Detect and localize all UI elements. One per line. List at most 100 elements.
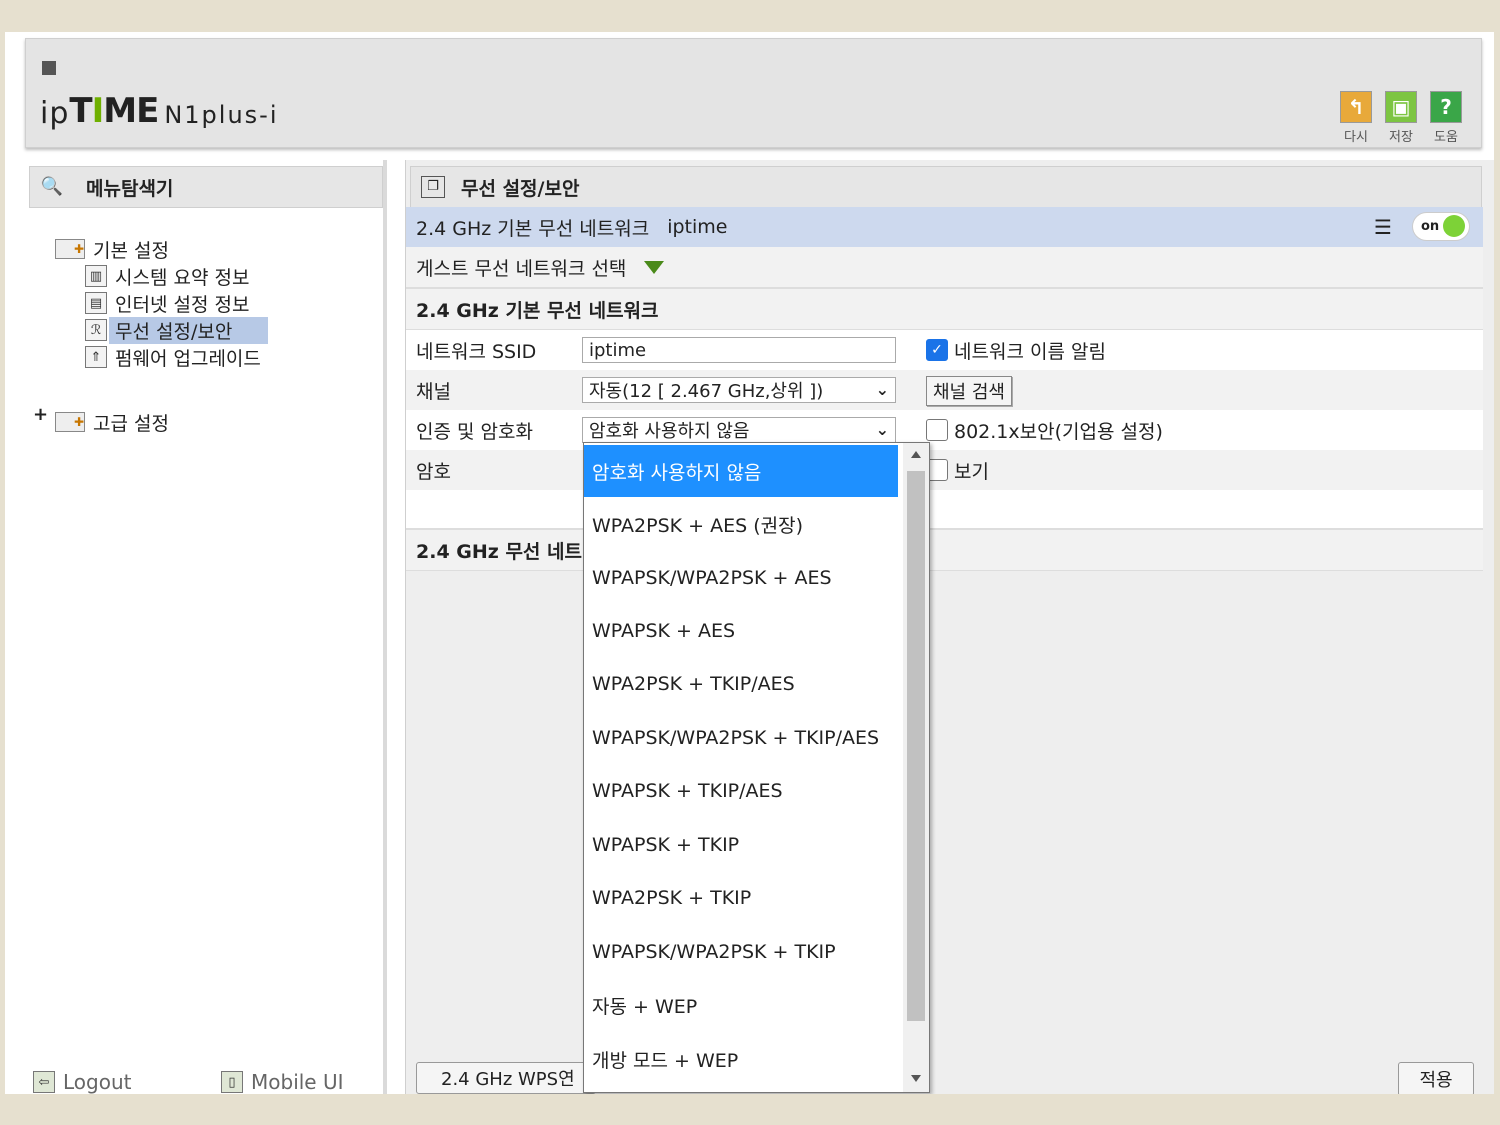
dropdown-option[interactable]: WPAPSK + TKIP/AES [584, 764, 898, 817]
show-password-option[interactable]: 보기 [926, 457, 989, 484]
ssid-value: iptime [589, 339, 647, 361]
tree-item-internet-info[interactable]: ▤ 인터넷 설정 정보 [85, 290, 249, 316]
auth-dropdown-list[interactable]: 암호화 사용하지 않음 WPA2PSK + AES (권장) WPAPSK/WP… [583, 442, 930, 1093]
expand-advanced-toggle[interactable]: + [33, 404, 48, 425]
magnifier-icon: 🔍 [40, 176, 64, 197]
option-label: 개방 모드 + WEP [592, 1050, 739, 1072]
show-password-label: 보기 [954, 460, 989, 483]
wifi-icon: ℛ [85, 319, 107, 341]
brand-ip: ip [40, 96, 70, 131]
save-label: 저장 [1389, 130, 1413, 145]
dropdown-option[interactable]: WPAPSK + AES [584, 604, 898, 657]
help-label: 도움 [1434, 130, 1458, 145]
row-ssid: 네트워크 SSID iptime ✓ 네트워크 이름 알림 [406, 330, 1483, 370]
content-title: ❐ 무선 설정/보안 [410, 166, 1482, 208]
mobile-ui-link[interactable]: ▯ Mobile UI [221, 1070, 344, 1094]
help-button[interactable]: ? 도움 [1426, 91, 1466, 145]
content-panel: ❐ 무선 설정/보안 2.4 GHz 기본 무선 네트워크 iptime ☰ o… [405, 160, 1494, 1094]
auth-select[interactable]: 암호화 사용하지 않음 ⌄ [582, 417, 896, 443]
brand-me: ME [103, 91, 159, 131]
option-label: 자동 + WEP [592, 996, 698, 1018]
row-auth: 인증 및 암호화 암호화 사용하지 않음 ⌄ 802.1x보안(기업용 설정) [406, 410, 1483, 450]
broadcast-ssid-option[interactable]: ✓ 네트워크 이름 알림 [926, 337, 1106, 364]
tree-item-wireless-security[interactable]: ℛ 무선 설정/보안 [85, 316, 269, 344]
redo-label: 다시 [1344, 130, 1368, 145]
toggle-label: on [1421, 219, 1440, 234]
apply-button[interactable]: 적용 [1398, 1062, 1474, 1094]
help-icon: ? [1430, 91, 1462, 123]
guest-network-select[interactable]: 게스트 무선 네트워크 선택 [406, 247, 1483, 287]
dropdown-option[interactable]: WPA2PSK + TKIP/AES [584, 657, 898, 710]
apply-label: 적용 [1419, 1070, 1453, 1091]
upload-icon: ⇑ [85, 346, 107, 368]
tree-item-system-summary[interactable]: ▥ 시스템 요약 정보 [85, 263, 249, 289]
auth-label: 인증 및 암호화 [416, 420, 533, 443]
password-label: 암호 [416, 460, 451, 483]
scroll-up-icon[interactable] [911, 451, 921, 458]
dropdown-scrollbar[interactable] [903, 443, 929, 1092]
brand-i: I [91, 91, 105, 131]
mobile-icon: ▯ [221, 1071, 243, 1093]
redo-button[interactable]: ↰ 다시 [1336, 91, 1376, 145]
option-label: WPA2PSK + AES (권장) [592, 515, 803, 537]
dropdown-option[interactable]: 암호화 사용하지 않음 [584, 445, 898, 497]
window-copy-icon: ❐ [421, 176, 445, 198]
tree-item-firmware-upgrade[interactable]: ⇑ 펌웨어 업그레이드 [85, 344, 261, 370]
broadcast-ssid-label: 네트워크 이름 알림 [954, 340, 1106, 363]
logout-label: Logout [63, 1070, 132, 1094]
dropdown-option[interactable]: WPAPSK/WPA2PSK + AES [584, 551, 898, 604]
dropdown-option[interactable]: WPAPSK + TKIP [584, 818, 898, 871]
scrollbar-thumb[interactable] [907, 471, 925, 1021]
brand-t: T [69, 91, 92, 131]
save-button[interactable]: ▣ 저장 [1381, 91, 1421, 145]
ssid-label: 네트워크 SSID [416, 340, 537, 363]
folder-gear-icon: ✚ [55, 239, 85, 259]
dropdown-option[interactable]: 자동 + WEP [584, 979, 898, 1032]
network-bar: 2.4 GHz 기본 무선 네트워크 iptime ☰ on [406, 207, 1483, 247]
channel-label: 채널 [416, 380, 451, 403]
option-label: 암호화 사용하지 않음 [592, 461, 762, 484]
wireless-toggle[interactable]: on [1413, 213, 1469, 240]
dropdown-option[interactable]: WPAPSK/WPA2PSK + TKIP [584, 925, 898, 978]
menu-explorer-label: 메뉴탐색기 [86, 177, 174, 200]
option-label: WPAPSK/WPA2PSK + TKIP [592, 940, 836, 963]
channel-value: 자동(12 [ 2.467 GHz,상위 ]) [589, 381, 824, 402]
tree-basic-settings[interactable]: ✚ 기본 설정 [55, 236, 169, 262]
option-label: WPA2PSK + TKIP [592, 886, 752, 909]
tree-basic-label: 기본 설정 [93, 239, 169, 262]
enterprise-label: 802.1x보안(기업용 설정) [954, 420, 1163, 443]
guest-network-label: 게스트 무선 네트워크 선택 [416, 257, 627, 280]
chevron-down-icon: ⌄ [875, 420, 889, 439]
wps-button[interactable]: 2.4 GHz WPS연 [416, 1062, 596, 1094]
channel-select[interactable]: 자동(12 [ 2.467 GHz,상위 ]) ⌄ [582, 377, 896, 403]
tree-advanced-settings[interactable]: ✚ 고급 설정 [55, 409, 169, 435]
tree-item-label: 시스템 요약 정보 [115, 266, 250, 289]
section-title: 2.4 GHz 기본 무선 네트워크 [416, 299, 659, 322]
redo-icon: ↰ [1340, 91, 1372, 123]
model-name: N1plus-i [164, 101, 279, 129]
enterprise-option[interactable]: 802.1x보안(기업용 설정) [926, 417, 1163, 444]
dropdown-option[interactable]: WPAPSK/WPA2PSK + TKIP/AES [584, 711, 898, 764]
scroll-down-icon[interactable] [911, 1075, 921, 1082]
filter-icon[interactable]: ☰ [1374, 217, 1392, 237]
mobile-ui-label: Mobile UI [251, 1070, 344, 1094]
dropdown-option[interactable]: WPA2PSK + AES (권장) [584, 498, 898, 551]
tree-item-label: 무선 설정/보안 [109, 316, 269, 344]
channel-scan-label: 채널 검색 [933, 382, 1005, 403]
logout-link[interactable]: ⇦ Logout [33, 1070, 131, 1094]
option-label: WPAPSK/WPA2PSK + TKIP/AES [592, 726, 880, 749]
window-menu-icon[interactable] [42, 61, 56, 75]
tree-item-label: 인터넷 설정 정보 [115, 293, 250, 316]
ssid-input[interactable]: iptime [582, 337, 896, 363]
auth-value: 암호화 사용하지 않음 [589, 421, 750, 442]
triangle-down-icon [644, 260, 665, 274]
bar-chart-icon: ▥ [85, 265, 107, 287]
dropdown-option[interactable]: WPA2PSK + TKIP [584, 871, 898, 924]
channel-scan-button[interactable]: 채널 검색 [926, 376, 1012, 406]
network-ssid: iptime [667, 216, 728, 238]
dropdown-option[interactable]: 개방 모드 + WEP [584, 1033, 898, 1086]
header: ip TIME N1plus-i ↰ 다시 ▣ 저장 ? 도움 [25, 38, 1482, 148]
brand-logo: ip TIME N1plus-i [40, 91, 278, 131]
enterprise-checkbox[interactable] [926, 419, 948, 441]
broadcast-ssid-checkbox[interactable]: ✓ [926, 339, 948, 361]
